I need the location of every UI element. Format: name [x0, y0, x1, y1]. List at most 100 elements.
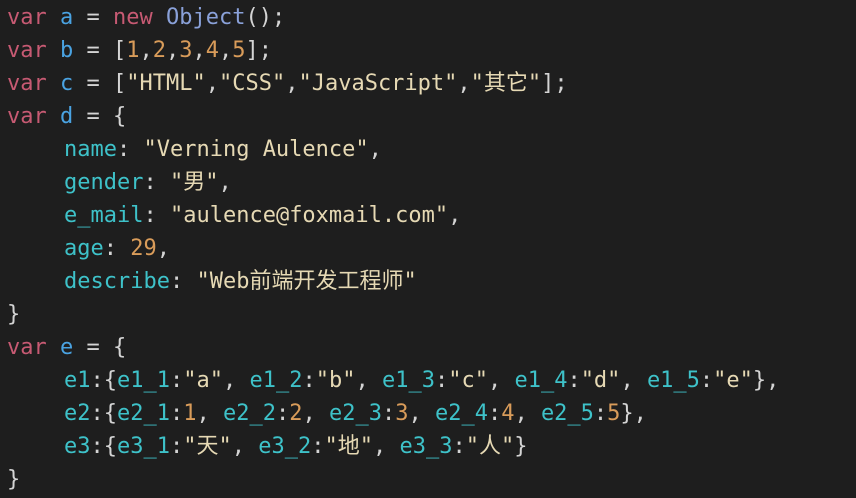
code-number: 1: [183, 401, 197, 426]
code-punctuation: :: [311, 434, 325, 459]
code-punctuation: :: [116, 137, 131, 162]
code-property: e3: [64, 434, 91, 459]
code-line: age: 29,: [7, 232, 856, 265]
code-punctuation: ();: [245, 5, 286, 30]
code-number: 2: [152, 38, 166, 63]
code-line: e2:{e2_1:1, e2_2:2, e2_3:3, e2_4:4, e2_5…: [7, 397, 856, 430]
code-number: 2: [289, 401, 303, 426]
code-punctuation: ,: [166, 38, 180, 63]
code-property: e3_3: [399, 434, 453, 459]
code-line: var d = {: [7, 100, 856, 133]
code-punctuation: },: [752, 368, 780, 393]
code-punctuation: ,: [302, 401, 329, 426]
code-identifier: e: [60, 335, 74, 360]
code-line: describe: "Web前端开发工程师": [7, 265, 856, 298]
code-punctuation: :: [381, 401, 396, 426]
code-line: gender: "男",: [7, 166, 856, 199]
code-punctuation: =: [86, 5, 100, 30]
code-punctuation: ,: [218, 170, 232, 195]
code-string: "Verning Aulence": [143, 137, 369, 162]
code-string: "男": [169, 170, 219, 195]
code-property: e1_3: [381, 368, 435, 393]
code-line: var c = ["HTML","CSS","JavaScript","其它"]…: [7, 67, 856, 100]
code-keyword: var: [7, 104, 47, 129]
code-string: "b": [315, 368, 356, 393]
code-punctuation: }: [514, 434, 528, 459]
code-property: e2_4: [434, 401, 488, 426]
code-property: e2_1: [117, 401, 170, 426]
code-punctuation: ,: [192, 38, 206, 63]
code-punctuation: =: [86, 71, 100, 96]
code-line: e3:{e3_1:"天", e3_2:"地", e3_3:"人"}: [7, 430, 856, 463]
code-property: e2: [64, 401, 91, 426]
code-punctuation: ];: [245, 38, 273, 63]
code-keyword: new: [113, 5, 153, 30]
code-string: "d": [580, 368, 621, 393]
code-punctuation: ,: [408, 401, 435, 426]
code-identifier: b: [60, 38, 74, 63]
code-string: "a": [183, 368, 223, 393]
code-punctuation: ,: [487, 368, 515, 393]
code-number: 29: [130, 236, 157, 261]
code-punctuation: :: [487, 401, 502, 426]
code-property: e1_1: [117, 368, 170, 393]
code-punctuation: =: [86, 104, 100, 129]
code-property: e3_2: [258, 434, 312, 459]
code-punctuation: :: [143, 203, 157, 228]
code-property: name: [64, 137, 117, 162]
code-punctuation: :: [143, 170, 157, 195]
code-punctuation: :: [103, 236, 117, 261]
code-editor[interactable]: var a = new Object(); var b = [1,2,3,4,5]…: [0, 0, 856, 498]
code-punctuation: ,: [372, 434, 400, 459]
code-punctuation: }: [7, 302, 21, 327]
code-line: name: "Verning Aulence",: [7, 133, 856, 166]
code-string: "aulence@foxmail.com": [169, 203, 449, 228]
code-line: }: [7, 298, 856, 331]
code-line: var b = [1,2,3,4,5];: [7, 34, 856, 67]
code-property: e2_5: [540, 401, 594, 426]
code-punctuation: {: [113, 104, 127, 129]
code-punctuation: ,: [219, 38, 233, 63]
code-property: e1_4: [514, 368, 568, 393]
code-class-name: Object: [166, 5, 246, 30]
code-keyword: var: [7, 71, 47, 96]
code-string: "HTML": [126, 71, 206, 96]
code-punctuation: :: [452, 434, 466, 459]
code-punctuation: :{: [90, 434, 118, 459]
code-property: e_mail: [64, 203, 144, 228]
code-punctuation: :: [567, 368, 581, 393]
code-identifier: a: [60, 5, 74, 30]
code-punctuation: ,: [196, 401, 223, 426]
code-number: 5: [607, 401, 621, 426]
code-punctuation: ,: [222, 368, 250, 393]
code-punctuation: :: [169, 368, 184, 393]
code-punctuation: :: [302, 368, 316, 393]
code-property: e3_1: [117, 434, 170, 459]
code-punctuation: ,: [231, 434, 259, 459]
code-string: "天": [183, 434, 232, 459]
code-punctuation: ,: [620, 368, 647, 393]
code-punctuation: ,: [457, 71, 471, 96]
code-number: 4: [501, 401, 515, 426]
code-property: e1: [64, 368, 91, 393]
code-property: age: [64, 236, 104, 261]
code-identifier: d: [60, 104, 74, 129]
code-punctuation: [: [113, 71, 127, 96]
code-punctuation: :: [593, 401, 608, 426]
code-property: e1_5: [646, 368, 700, 393]
code-punctuation: =: [86, 38, 100, 63]
code-punctuation: },: [620, 401, 647, 426]
code-punctuation: ,: [514, 401, 541, 426]
code-keyword: var: [7, 38, 47, 63]
